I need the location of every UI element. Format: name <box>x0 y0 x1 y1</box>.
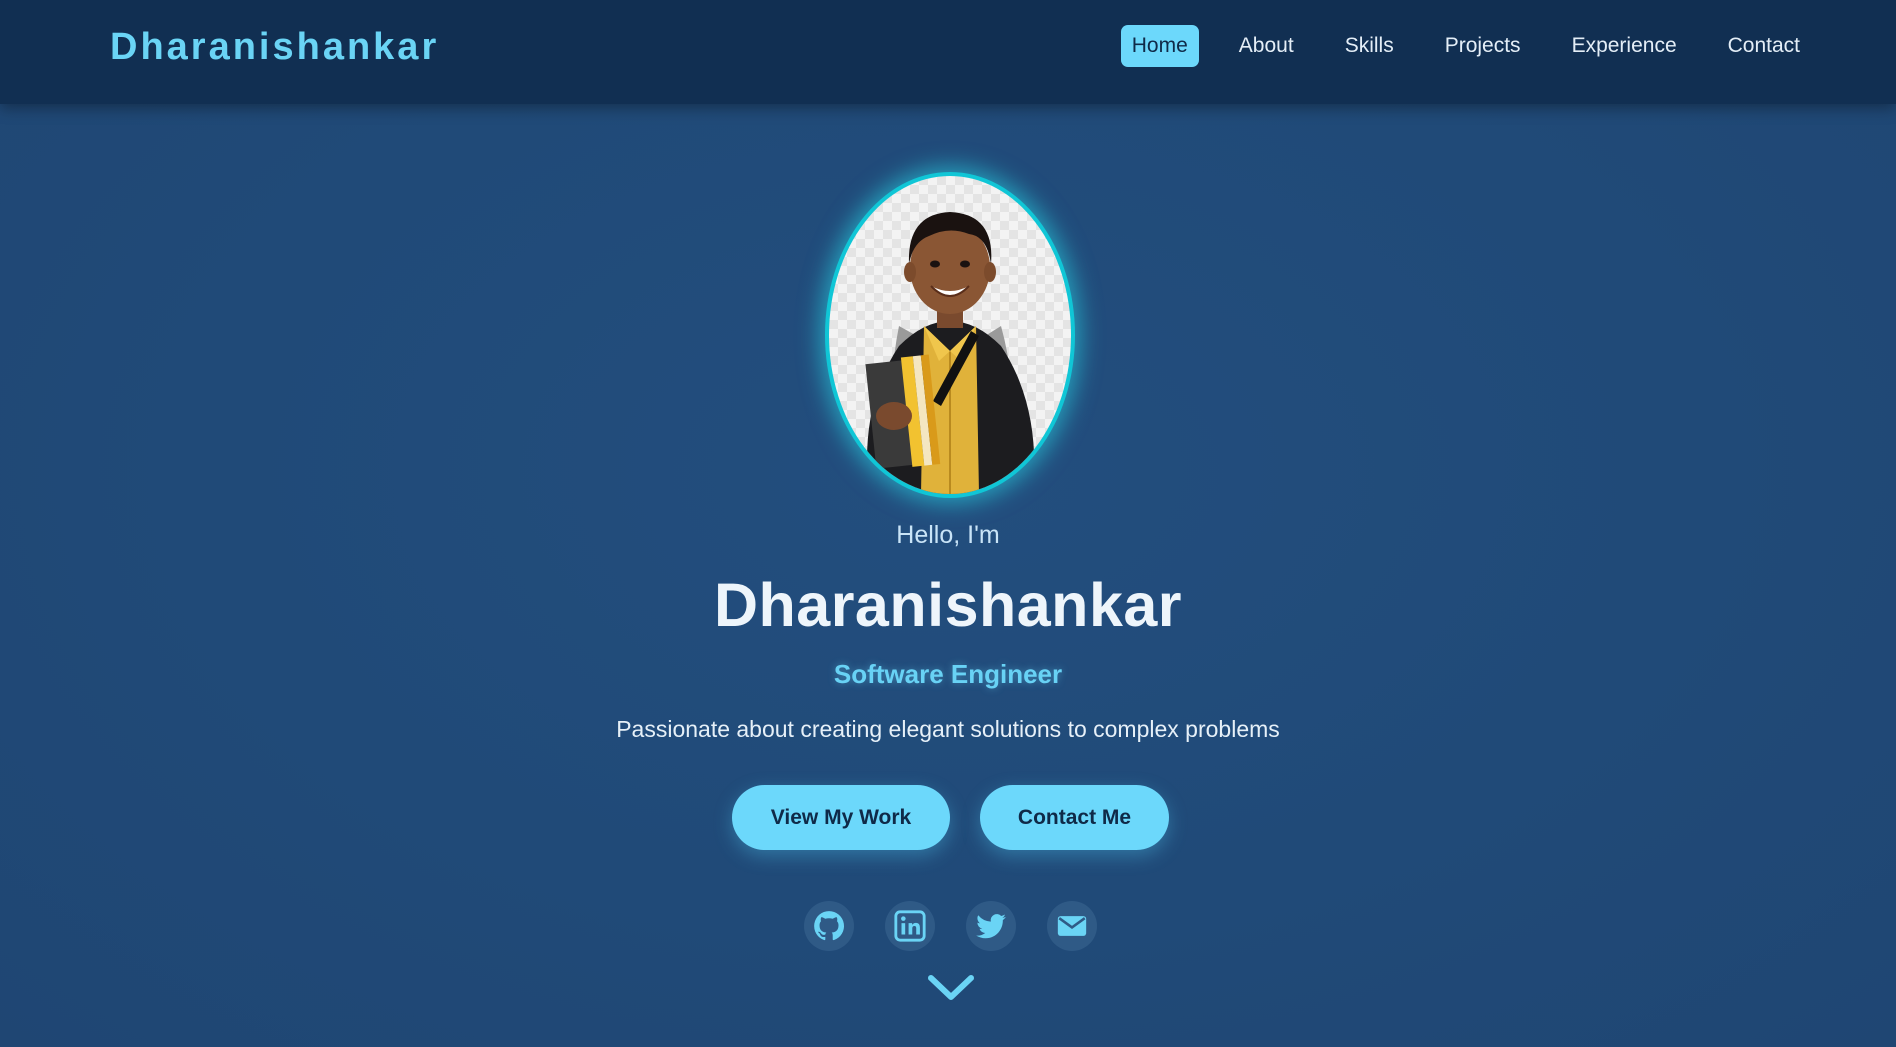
brand-logo[interactable]: Dharanishankar <box>110 26 439 69</box>
profile-photo <box>829 176 1071 494</box>
hero-role: Software Engineer <box>833 659 1063 689</box>
chevron-down-icon[interactable] <box>926 970 976 1004</box>
twitter-icon <box>976 914 1006 939</box>
navbar: Dharanishankar Home About Skills Project… <box>0 0 1896 104</box>
hero-tagline: Passionate about creating elegant soluti… <box>616 716 1280 742</box>
twitter-link[interactable] <box>966 901 1016 951</box>
linkedin-icon <box>894 910 926 942</box>
hero-name: Dharanishankar <box>713 571 1183 639</box>
nav-skills[interactable]: Skills <box>1334 25 1405 67</box>
nav-home[interactable]: Home <box>1120 25 1199 67</box>
nav-experience[interactable]: Experience <box>1561 25 1688 67</box>
nav-about[interactable]: About <box>1228 25 1305 67</box>
profile-photo-illustration <box>865 212 1035 494</box>
linkedin-link[interactable] <box>885 901 935 951</box>
email-icon <box>1057 916 1087 936</box>
nav-contact[interactable]: Contact <box>1717 25 1811 67</box>
nav-projects[interactable]: Projects <box>1434 25 1532 67</box>
view-my-work-button[interactable]: View My Work <box>732 785 950 850</box>
nav-menu: Home About Skills Projects Experience Co… <box>1120 25 1811 67</box>
email-link[interactable] <box>1047 901 1097 951</box>
hero-greeting: Hello, I'm <box>896 521 1000 549</box>
github-icon <box>814 911 845 941</box>
contact-me-button[interactable]: Contact Me <box>980 785 1169 850</box>
github-link[interactable] <box>804 901 854 951</box>
